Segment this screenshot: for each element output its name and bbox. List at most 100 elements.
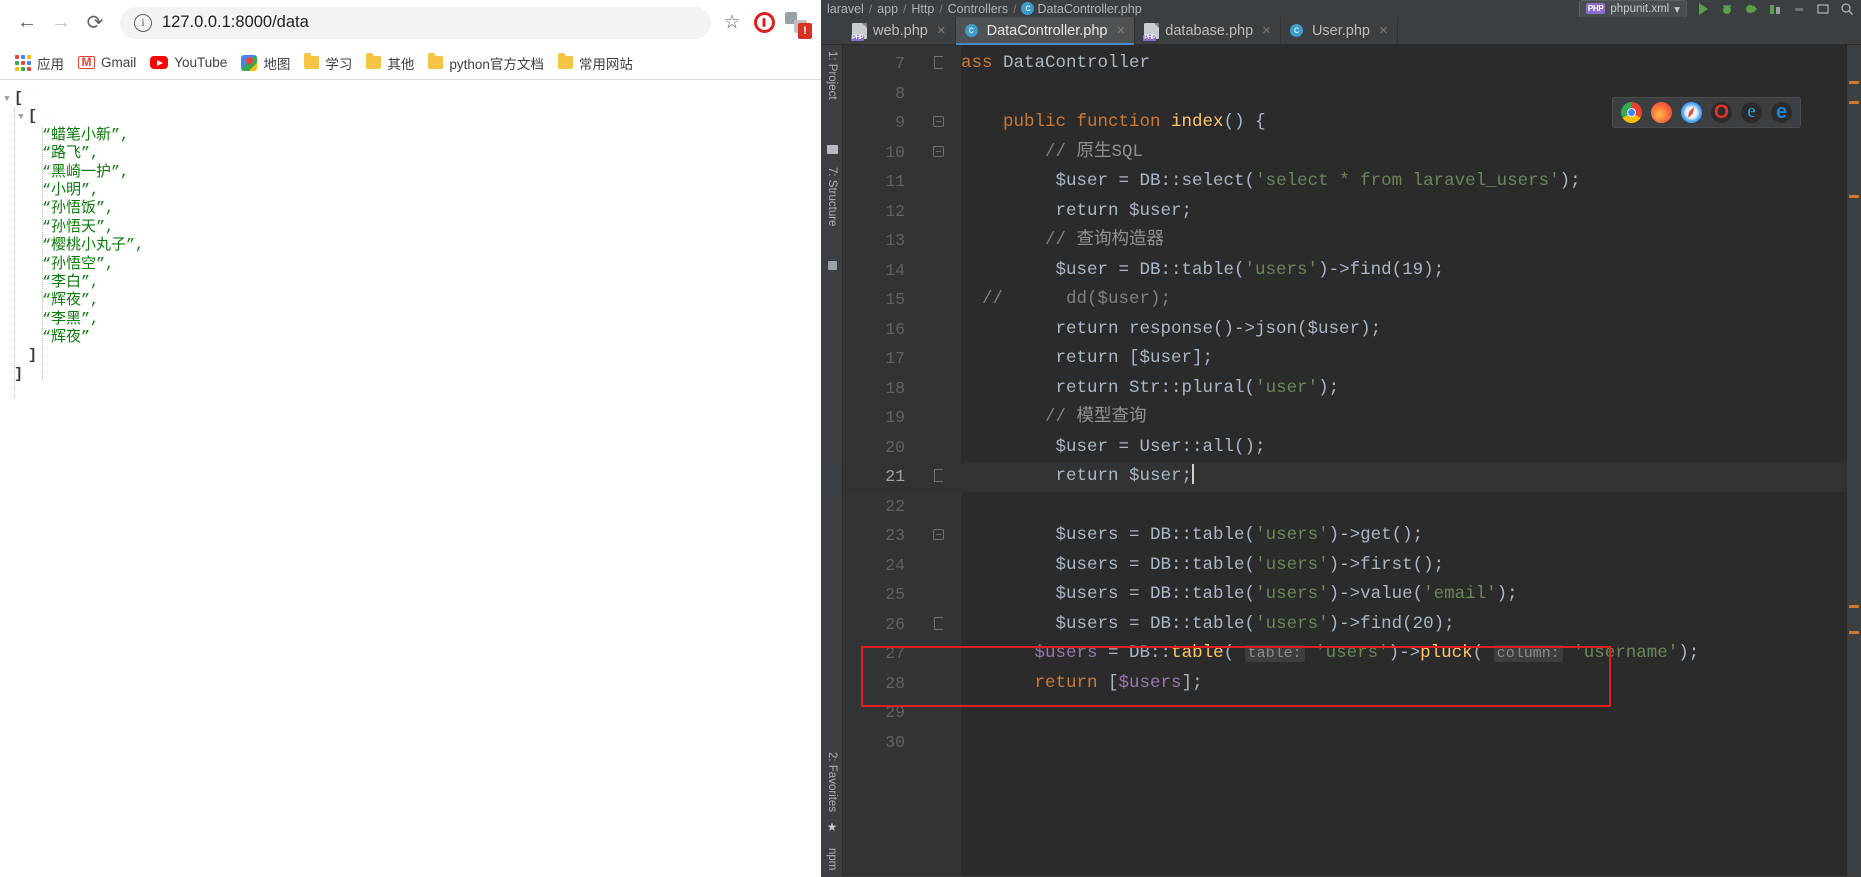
address-bar[interactable]: i 127.0.0.1:8000/data bbox=[120, 6, 711, 39]
collapse-triangle-icon[interactable]: ▼ bbox=[14, 108, 28, 126]
fold-toggle-icon[interactable] bbox=[915, 138, 961, 168]
profile-icon[interactable] bbox=[1767, 2, 1783, 16]
breadcrumb-app[interactable]: app bbox=[877, 2, 898, 16]
run-icon[interactable] bbox=[1695, 2, 1711, 16]
bookmark-apps[interactable]: 应用 bbox=[8, 49, 71, 77]
tab-web-php[interactable]: web.php × bbox=[843, 17, 956, 44]
php-file-icon bbox=[851, 22, 867, 41]
site-info-icon[interactable]: i bbox=[134, 13, 152, 32]
code-line-19[interactable]: 19 // 模型查询 bbox=[843, 403, 1861, 433]
tab-user-php[interactable]: c User.php × bbox=[1280, 17, 1398, 44]
code-line-21[interactable]: 21 return $user; bbox=[843, 462, 1861, 492]
coverage-icon[interactable] bbox=[1743, 2, 1759, 16]
bookmark-youtube[interactable]: YouTube bbox=[143, 51, 234, 74]
safari-icon[interactable] bbox=[1681, 102, 1702, 123]
code-line-18[interactable]: 18 return Str::plural('user'); bbox=[843, 374, 1861, 404]
line-number: 19 bbox=[885, 408, 905, 427]
code-line-15[interactable]: 15 // dd($user); bbox=[843, 285, 1861, 315]
fold-toggle-icon[interactable] bbox=[915, 462, 961, 492]
fold-toggle-icon[interactable] bbox=[915, 108, 961, 138]
code-line-7[interactable]: 7 ass DataController bbox=[843, 49, 1861, 79]
run-configuration-selector[interactable]: PHP phpunit.xml ▾ bbox=[1578, 0, 1687, 17]
code-editor[interactable]: 7 ass DataController 8 9 public function… bbox=[843, 45, 1861, 876]
browser-toolbar: ← → ⟳ i 127.0.0.1:8000/data ☆ ! bbox=[0, 0, 821, 46]
code-line-10[interactable]: 10 // 原生SQL bbox=[843, 138, 1861, 168]
bookmark-folder-python-docs[interactable]: python官方文档 bbox=[421, 49, 551, 77]
breadcrumb-separator: / bbox=[868, 1, 873, 16]
opera-icon[interactable] bbox=[1711, 102, 1732, 123]
bookmark-label: 应用 bbox=[37, 56, 64, 72]
edge-icon[interactable] bbox=[1771, 102, 1792, 123]
close-icon[interactable]: × bbox=[1117, 22, 1126, 39]
sidebar-item-structure[interactable]: 7: Structure bbox=[821, 163, 843, 230]
editor-scrollbar[interactable] bbox=[1847, 45, 1861, 876]
warning-stripe[interactable] bbox=[1849, 631, 1859, 634]
back-icon[interactable]: ← bbox=[10, 6, 44, 40]
code-line-27[interactable]: 27 $users = DB::table( table: 'users')->… bbox=[843, 639, 1861, 669]
warning-stripe[interactable] bbox=[1849, 101, 1859, 104]
json-value: “孙悟空”, bbox=[42, 255, 115, 273]
json-value: “黑崎一护”, bbox=[42, 163, 130, 181]
warning-stripe[interactable] bbox=[1849, 81, 1859, 84]
close-icon[interactable]: × bbox=[937, 22, 946, 39]
chevron-down-icon[interactable]: ▾ bbox=[1674, 2, 1680, 16]
code-line-16[interactable]: 16 return response()->json($user); bbox=[843, 315, 1861, 345]
warning-stripe[interactable] bbox=[1849, 195, 1859, 198]
breadcrumb-http[interactable]: Http bbox=[911, 2, 934, 16]
forward-icon[interactable]: → bbox=[44, 6, 78, 40]
bookmark-folder-common-sites[interactable]: 常用网站 bbox=[551, 49, 640, 77]
bookmark-folder-study[interactable]: 学习 bbox=[297, 49, 359, 77]
debug-icon[interactable] bbox=[1719, 2, 1735, 16]
sidebar-item-favorites[interactable]: 2: Favorites bbox=[821, 748, 843, 816]
close-icon[interactable]: × bbox=[1379, 22, 1388, 39]
folder-icon bbox=[557, 53, 573, 69]
line-number: 8 bbox=[895, 83, 905, 103]
line-number: 18 bbox=[885, 378, 905, 398]
sidebar-item-project[interactable]: 1: Project bbox=[821, 47, 843, 104]
fold-toggle-icon[interactable] bbox=[915, 521, 961, 551]
close-icon[interactable]: × bbox=[1262, 22, 1271, 39]
code-line-29[interactable]: 29 bbox=[843, 698, 1861, 728]
code-line-30[interactable]: 30 bbox=[843, 728, 1861, 758]
code-line-13[interactable]: 13 // 查询构造器 bbox=[843, 226, 1861, 256]
code-line-28[interactable]: 28 return [$users]; bbox=[843, 669, 1861, 699]
fold-toggle-icon[interactable] bbox=[915, 610, 961, 640]
warning-stripe[interactable] bbox=[1849, 605, 1859, 608]
code-line-26[interactable]: 26 $users = DB::table('users')->find(20)… bbox=[843, 610, 1861, 640]
code-line-12[interactable]: 12 return $user; bbox=[843, 197, 1861, 227]
code-line-23[interactable]: 23 $users = DB::table('users')->get(); bbox=[843, 521, 1861, 551]
code-line-14[interactable]: 14 $user = DB::table('users')->find(19); bbox=[843, 256, 1861, 286]
internet-explorer-icon[interactable] bbox=[1741, 102, 1762, 123]
code-line-22[interactable]: 22 bbox=[843, 492, 1861, 522]
code-line-20[interactable]: 20 $user = User::all(); bbox=[843, 433, 1861, 463]
bookmark-folder-other[interactable]: 其他 bbox=[359, 49, 421, 77]
fold-toggle-icon[interactable] bbox=[915, 49, 961, 79]
ide-toolbar: PHP phpunit.xml ▾ bbox=[1578, 0, 1855, 17]
open-window-icon[interactable] bbox=[1815, 2, 1831, 16]
code-line-25[interactable]: 25 $users = DB::table('users')->value('e… bbox=[843, 580, 1861, 610]
rail-label: 7: Structure bbox=[826, 167, 838, 227]
json-item: “黑崎一护”, bbox=[0, 164, 821, 182]
breadcrumb-project[interactable]: laravel bbox=[827, 2, 864, 16]
search-icon[interactable] bbox=[1839, 2, 1855, 16]
breadcrumb-controllers[interactable]: Controllers bbox=[948, 2, 1008, 16]
adblock-extension-icon[interactable] bbox=[749, 8, 779, 38]
firefox-icon[interactable] bbox=[1651, 102, 1672, 123]
sidebar-item-npm[interactable]: npm bbox=[821, 844, 843, 874]
code-line-11[interactable]: 11 $user = DB::select('select * from lar… bbox=[843, 167, 1861, 197]
reload-icon[interactable]: ⟳ bbox=[78, 6, 112, 40]
chrome-icon[interactable] bbox=[1621, 102, 1642, 123]
bookmark-maps[interactable]: 地图 bbox=[234, 49, 297, 77]
json-viewer: ▼ [ ▼ [ “蜡笔小新”, “路飞”, “黑崎一护”, “小明”, “孙悟饭… bbox=[0, 80, 821, 877]
breadcrumb-separator: / bbox=[939, 1, 943, 16]
bookmark-gmail[interactable]: Gmail bbox=[71, 51, 143, 74]
code-line-17[interactable]: 17 return [$user]; bbox=[843, 344, 1861, 374]
tab-datacontroller-php[interactable]: c DataController.php × bbox=[955, 17, 1136, 45]
tab-database-php[interactable]: database.php × bbox=[1135, 17, 1281, 44]
breadcrumb-file[interactable]: DataController.php bbox=[1037, 2, 1141, 16]
code-line-24[interactable]: 24 $users = DB::table('users')->first(); bbox=[843, 551, 1861, 581]
bookmark-star-icon[interactable]: ☆ bbox=[717, 11, 747, 34]
extensions-puzzle-icon[interactable]: ! bbox=[781, 8, 812, 39]
collapse-triangle-icon[interactable]: ▼ bbox=[0, 90, 14, 108]
code-text: $users = DB::table('users')->find(20); bbox=[1055, 613, 1455, 634]
